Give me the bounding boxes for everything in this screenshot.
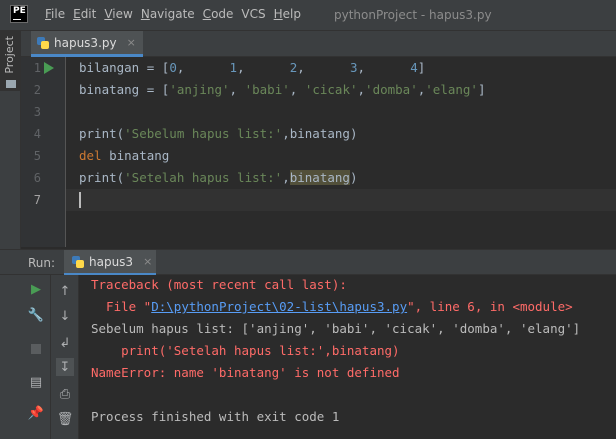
run-tab-label: hapus3 <box>89 254 134 269</box>
run-tab-hapus3[interactable]: hapus3 × <box>64 250 156 276</box>
project-tab-label[interactable]: Project <box>3 36 16 74</box>
console-file-line: File "D:\pythonProject\02-list\hapus3.py… <box>91 299 573 314</box>
line-number: 4 <box>33 127 41 141</box>
menu-help[interactable]: Help <box>274 7 301 21</box>
code-line-6: print('Setelah hapus list:',binatang) <box>79 170 358 185</box>
line-number: 1 <box>33 61 41 75</box>
run-label: Run: <box>28 256 56 270</box>
wrench-icon[interactable]: 🔧 <box>27 306 45 324</box>
tab-hapus3-py[interactable]: hapus3.py × <box>31 31 143 57</box>
console-error-code: print('Setelah hapus list:',binatang) <box>91 343 400 358</box>
folder-icon[interactable] <box>6 80 16 88</box>
close-run-tab-icon[interactable]: × <box>143 255 152 268</box>
layout-icon[interactable]: ▤ <box>27 373 45 391</box>
code-line-5: del binatang <box>79 148 170 163</box>
line-number: 5 <box>33 149 41 163</box>
run-gutter-icon[interactable] <box>44 62 54 74</box>
left-tool-strip-lower <box>0 275 21 439</box>
console-before-output: Sebelum hapus list: ['anjing', 'babi', '… <box>91 321 581 336</box>
menu-vcs[interactable]: VCS <box>241 7 265 21</box>
rerun-icon[interactable]: ▶ <box>27 280 45 298</box>
python-file-icon <box>37 36 49 49</box>
soft-wrap-icon[interactable]: ↲ <box>56 334 74 352</box>
arrow-down-icon[interactable]: ↓ <box>56 307 74 325</box>
menu-file[interactable]: File <box>45 7 65 21</box>
scroll-to-end-icon[interactable]: ↧ <box>56 358 74 376</box>
gutter-separator <box>65 57 66 247</box>
run-panel-header: Run: hapus3 × <box>0 249 616 276</box>
line-number: 3 <box>33 105 41 119</box>
print-icon[interactable]: ⎙ <box>56 385 74 403</box>
code-line-4: print('Sebelum hapus list:',binatang) <box>79 126 358 141</box>
menu-bar: File Edit View Navigate Code VCS Help <box>45 7 309 21</box>
menu-edit[interactable]: Edit <box>73 7 96 21</box>
console-traceback: Traceback (most recent call last): <box>91 277 347 292</box>
code-line-2: binatang = ['anjing', 'babi', 'cicak','d… <box>79 82 486 97</box>
file-link[interactable]: D:\pythonProject\02-list\hapus3.py <box>151 299 407 314</box>
menu-code[interactable]: Code <box>203 7 234 21</box>
line-number: 6 <box>33 171 41 185</box>
python-run-config-icon <box>72 255 84 268</box>
editor-tab-bar: hapus3.py × <box>21 31 616 57</box>
menu-view[interactable]: View <box>104 7 132 21</box>
tab-label: hapus3.py <box>54 35 117 50</box>
console-error-message: NameError: name 'binatang' is not define… <box>91 365 400 380</box>
line-number: 7 <box>33 193 41 207</box>
code-line-1: bilangan = [0, 1, 2, 3, 4] <box>79 60 426 75</box>
arrow-up-icon[interactable]: ↑ <box>56 282 74 300</box>
menu-navigate[interactable]: Navigate <box>141 7 195 21</box>
run-toolbar-separator <box>50 275 51 439</box>
pin-icon[interactable]: 📌 <box>27 404 45 422</box>
pycharm-logo-icon[interactable]: PE <box>10 5 28 23</box>
stop-icon[interactable] <box>27 340 45 358</box>
window-title: pythonProject - hapus3.py <box>334 8 492 22</box>
trash-icon[interactable]: 🗑 <box>56 410 74 428</box>
console-process-finished: Process finished with exit code 1 <box>91 409 340 424</box>
title-bar: PE File Edit View Navigate Code VCS Help… <box>0 0 616 31</box>
close-tab-icon[interactable]: × <box>127 36 136 49</box>
line-number: 2 <box>33 83 41 97</box>
text-caret <box>79 192 81 208</box>
current-line-highlight <box>66 189 616 211</box>
